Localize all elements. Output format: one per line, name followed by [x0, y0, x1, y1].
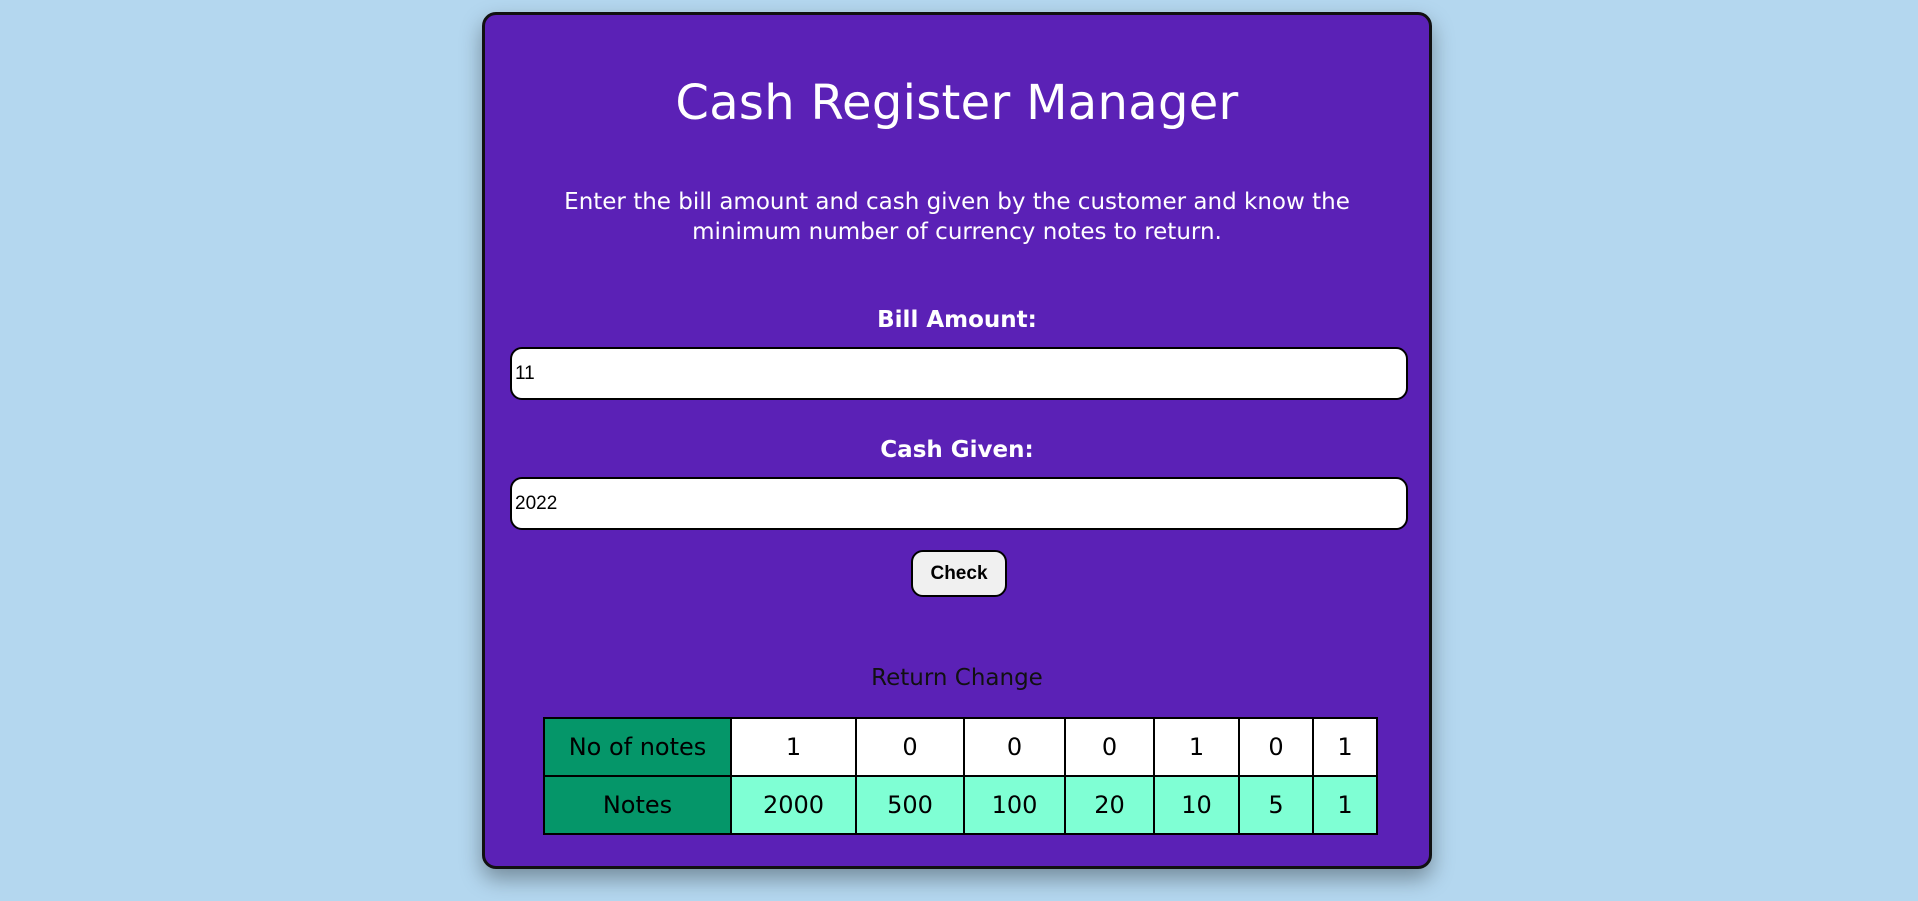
note-cell-1: 1 [1312, 775, 1378, 835]
cash-given-label: Cash Given: [880, 437, 1034, 463]
count-cell-1: 1 [1312, 717, 1378, 777]
note-cell-20: 20 [1064, 775, 1155, 835]
cash-register-card: Cash Register Manager Enter the bill amo… [482, 12, 1432, 869]
cash-given-input[interactable] [510, 477, 1408, 530]
return-change-heading: Return Change [871, 665, 1043, 691]
count-cell-2000: 1 [730, 717, 857, 777]
count-cell-500: 0 [855, 717, 965, 777]
note-cell-100: 100 [963, 775, 1066, 835]
row-header-no-of-notes: No of notes [543, 717, 732, 777]
count-cell-100: 0 [963, 717, 1066, 777]
notes-count-row: No of notes 1 0 0 0 1 0 1 [543, 717, 1378, 777]
notes-denomination-row: Notes 2000 500 100 20 10 5 1 [543, 775, 1378, 835]
note-cell-500: 500 [855, 775, 965, 835]
row-header-notes: Notes [543, 775, 732, 835]
count-cell-10: 1 [1153, 717, 1240, 777]
page-title: Cash Register Manager [675, 75, 1239, 131]
note-cell-5: 5 [1238, 775, 1314, 835]
note-cell-10: 10 [1153, 775, 1240, 835]
count-cell-20: 0 [1064, 717, 1155, 777]
note-cell-2000: 2000 [730, 775, 857, 835]
count-cell-5: 0 [1238, 717, 1314, 777]
description-text: Enter the bill amount and cash given by … [564, 189, 1350, 245]
bill-amount-input[interactable] [510, 347, 1408, 400]
check-button[interactable]: Check [911, 550, 1007, 597]
return-change-table: No of notes 1 0 0 0 1 0 1 Notes 2000 500… [543, 717, 1378, 835]
bill-amount-label: Bill Amount: [877, 307, 1037, 333]
